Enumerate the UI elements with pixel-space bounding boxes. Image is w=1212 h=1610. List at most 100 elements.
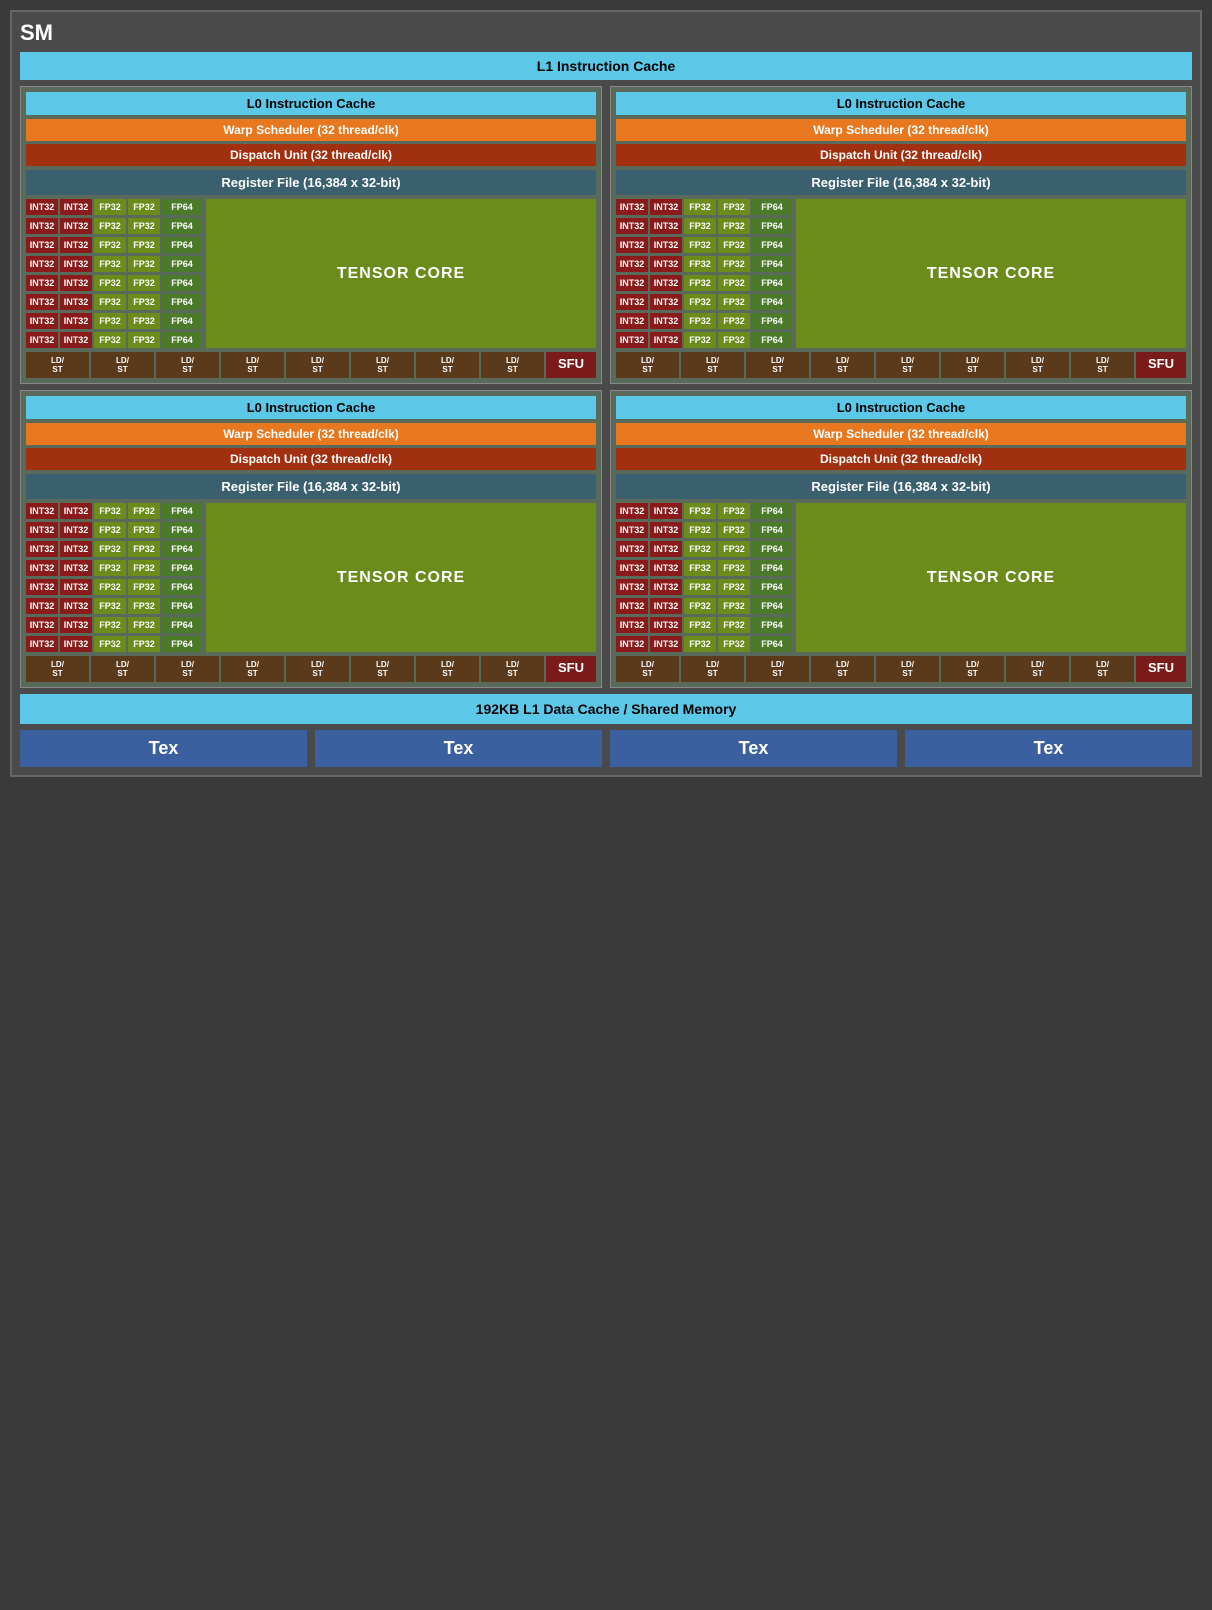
fp64-cell: FP64: [162, 560, 202, 576]
ld-st-cell: LD/ST: [681, 656, 744, 682]
fp32-cell: FP32: [684, 598, 716, 614]
l0-cache-2: L0 Instruction Cache: [616, 92, 1186, 115]
fp64-cell: FP64: [162, 218, 202, 234]
compute-row: INT32 INT32 FP32 FP32 FP64: [26, 294, 202, 310]
fp32-cell: FP32: [684, 218, 716, 234]
int32-cell: INT32: [650, 636, 682, 652]
fp64-cell: FP64: [752, 579, 792, 595]
int32-cell: INT32: [60, 598, 92, 614]
ld-st-cell: LD/ST: [221, 352, 284, 378]
register-file-4: Register File (16,384 x 32-bit): [616, 474, 1186, 499]
fp64-cell: FP64: [162, 522, 202, 538]
sfu-cell-1: SFU: [546, 352, 596, 378]
int32-cell: INT32: [616, 275, 648, 291]
int32-cell: INT32: [616, 598, 648, 614]
compute-row: INT32 INT32 FP32 FP32 FP64: [26, 256, 202, 272]
ld-st-cell: LD/ST: [286, 352, 349, 378]
int32-cell: INT32: [26, 237, 58, 253]
fp32-cell: FP32: [94, 579, 126, 595]
warp-scheduler-2: Warp Scheduler (32 thread/clk): [616, 119, 1186, 141]
fp64-cell: FP64: [162, 275, 202, 291]
int32-cell: INT32: [616, 560, 648, 576]
compute-row: INT32 INT32 FP32 FP32 FP64: [616, 560, 792, 576]
fp32-cell: FP32: [684, 636, 716, 652]
compute-row: INT32 INT32 FP32 FP32 FP64: [616, 294, 792, 310]
ld-st-cell: LD/ST: [1071, 656, 1134, 682]
ld-st-cell: LD/ST: [876, 656, 939, 682]
int32-cell: INT32: [60, 275, 92, 291]
int32-cell: INT32: [616, 503, 648, 519]
fp32-cell: FP32: [94, 275, 126, 291]
dispatch-unit-3: Dispatch Unit (32 thread/clk): [26, 448, 596, 470]
int32-cell: INT32: [60, 294, 92, 310]
register-file-2: Register File (16,384 x 32-bit): [616, 170, 1186, 195]
fp32-cell: FP32: [94, 636, 126, 652]
int32-cell: INT32: [26, 294, 58, 310]
left-compute-4: INT32 INT32 FP32 FP32 FP64 INT32 INT32 F…: [616, 503, 792, 652]
fp32-cell: FP32: [94, 313, 126, 329]
fp64-cell: FP64: [752, 199, 792, 215]
ld-st-cell: LD/ST: [941, 352, 1004, 378]
compute-row: INT32 INT32 FP32 FP32 FP64: [26, 636, 202, 652]
fp64-cell: FP64: [752, 275, 792, 291]
int32-cell: INT32: [26, 598, 58, 614]
compute-area-2: INT32 INT32 FP32 FP32 FP64 INT32 INT32 F…: [616, 199, 1186, 348]
fp32-cell: FP32: [94, 294, 126, 310]
int32-cell: INT32: [60, 579, 92, 595]
ld-st-cell: LD/ST: [746, 656, 809, 682]
l1-data-cache: 192KB L1 Data Cache / Shared Memory: [20, 694, 1192, 724]
warp-scheduler-3: Warp Scheduler (32 thread/clk): [26, 423, 596, 445]
fp32-cell: FP32: [718, 294, 750, 310]
int32-cell: INT32: [60, 560, 92, 576]
int32-cell: INT32: [650, 522, 682, 538]
fp64-cell: FP64: [162, 199, 202, 215]
int32-cell: INT32: [60, 332, 92, 348]
compute-row: INT32 INT32 FP32 FP32 FP64: [26, 237, 202, 253]
int32-cell: INT32: [650, 541, 682, 557]
compute-row: INT32 INT32 FP32 FP32 FP64: [26, 598, 202, 614]
sm-title: SM: [20, 20, 1192, 46]
fp32-cell: FP32: [94, 560, 126, 576]
int32-cell: INT32: [616, 617, 648, 633]
int32-cell: INT32: [26, 275, 58, 291]
int32-cell: INT32: [650, 579, 682, 595]
compute-row: INT32 INT32 FP32 FP32 FP64: [616, 541, 792, 557]
fp32-cell: FP32: [684, 313, 716, 329]
fp64-cell: FP64: [752, 522, 792, 538]
compute-row: INT32 INT32 FP32 FP32 FP64: [26, 579, 202, 595]
fp64-cell: FP64: [752, 541, 792, 557]
fp64-cell: FP64: [162, 313, 202, 329]
int32-cell: INT32: [650, 256, 682, 272]
fp32-cell: FP32: [684, 503, 716, 519]
int32-cell: INT32: [26, 579, 58, 595]
fp32-cell: FP32: [684, 275, 716, 291]
ld-st-cell: LD/ST: [26, 656, 89, 682]
top-sub-partitions-row: L0 Instruction Cache Warp Scheduler (32 …: [20, 86, 1192, 384]
int32-cell: INT32: [650, 218, 682, 234]
fp32-cell: FP32: [94, 617, 126, 633]
compute-row: INT32 INT32 FP32 FP32 FP64: [616, 199, 792, 215]
tex-cell-2: Tex: [315, 730, 602, 767]
fp32-cell: FP32: [718, 275, 750, 291]
sfu-cell-3: SFU: [546, 656, 596, 682]
ld-st-cell: LD/ST: [616, 352, 679, 378]
int32-cell: INT32: [650, 237, 682, 253]
fp32-cell: FP32: [684, 541, 716, 557]
compute-row: INT32 INT32 FP32 FP32 FP64: [616, 617, 792, 633]
tex-cell-4: Tex: [905, 730, 1192, 767]
fp64-cell: FP64: [162, 579, 202, 595]
fp32-cell: FP32: [94, 199, 126, 215]
int32-cell: INT32: [26, 522, 58, 538]
tensor-core-1: TENSOR CORE: [206, 199, 596, 348]
fp32-cell: FP32: [718, 579, 750, 595]
fp32-cell: FP32: [128, 503, 160, 519]
int32-cell: INT32: [650, 313, 682, 329]
int32-cell: INT32: [650, 294, 682, 310]
ld-st-cell: LD/ST: [91, 352, 154, 378]
l0-cache-4: L0 Instruction Cache: [616, 396, 1186, 419]
fp32-cell: FP32: [684, 522, 716, 538]
l1-instruction-cache: L1 Instruction Cache: [20, 52, 1192, 80]
fp32-cell: FP32: [128, 541, 160, 557]
int32-cell: INT32: [26, 636, 58, 652]
fp32-cell: FP32: [718, 598, 750, 614]
